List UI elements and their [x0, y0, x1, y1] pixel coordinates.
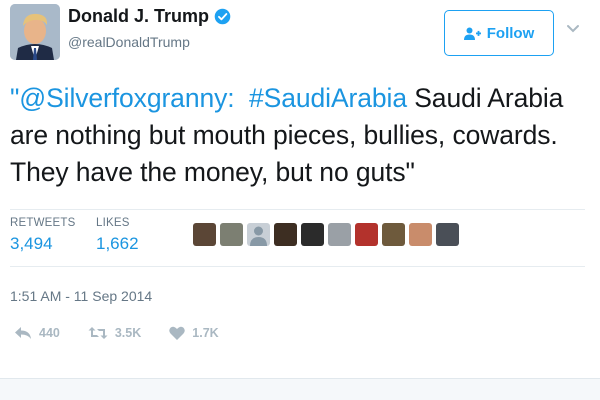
- reply-area-band: [0, 378, 600, 400]
- retweet-button[interactable]: 3.5K: [88, 326, 141, 340]
- tweet-timestamp[interactable]: 1:51 AM - 11 Sep 2014: [10, 288, 152, 304]
- reply-count: 440: [39, 326, 60, 340]
- liker-avatar[interactable]: [274, 223, 297, 246]
- likes-value: 1,662: [96, 234, 139, 253]
- retweets-value: 3,494: [10, 234, 53, 253]
- likes-label: LIKES: [96, 217, 130, 229]
- retweets-label: RETWEETS: [10, 217, 76, 229]
- heart-icon: [169, 326, 186, 340]
- user-name-row: Donald J. Trump: [68, 6, 231, 27]
- chevron-down-icon[interactable]: [566, 24, 580, 34]
- liker-avatar[interactable]: [409, 223, 432, 246]
- mention-link[interactable]: "@Silverfoxgranny:: [10, 83, 235, 113]
- hashtag-link[interactable]: #SaudiArabia: [249, 83, 407, 113]
- verified-badge-icon: [214, 8, 231, 25]
- liker-avatar[interactable]: [436, 223, 459, 246]
- liker-avatar[interactable]: [247, 223, 270, 246]
- user-avatar[interactable]: [10, 4, 60, 60]
- liker-avatar[interactable]: [220, 223, 243, 246]
- retweet-icon: [88, 327, 108, 339]
- like-count: 1.7K: [192, 326, 219, 340]
- tweet-card: Donald J. Trump @realDonaldTrump Follow …: [0, 0, 600, 378]
- reply-icon: [15, 327, 31, 339]
- reply-button[interactable]: 440: [14, 326, 60, 340]
- liker-avatar[interactable]: [301, 223, 324, 246]
- liker-avatar[interactable]: [328, 223, 351, 246]
- display-name[interactable]: Donald J. Trump: [68, 6, 209, 27]
- likes-stat[interactable]: LIKES 1,662: [96, 217, 139, 254]
- divider: [10, 266, 585, 267]
- divider: [10, 209, 585, 210]
- liker-avatars: [193, 223, 463, 246]
- tweet-actions: 440 3.5K 1.7K: [14, 326, 247, 340]
- retweets-stat[interactable]: RETWEETS 3,494: [10, 217, 76, 254]
- follow-button[interactable]: Follow: [444, 10, 554, 56]
- liker-avatar[interactable]: [193, 223, 216, 246]
- tweet-text: "@Silverfoxgranny: #SaudiArabia Saudi Ar…: [10, 80, 595, 191]
- add-user-icon: [463, 27, 481, 40]
- retweet-count: 3.5K: [114, 326, 142, 340]
- like-button[interactable]: 1.7K: [169, 326, 219, 340]
- user-handle[interactable]: @realDonaldTrump: [68, 34, 190, 50]
- liker-avatar[interactable]: [382, 223, 405, 246]
- liker-avatar[interactable]: [355, 223, 378, 246]
- follow-button-label: Follow: [486, 24, 535, 42]
